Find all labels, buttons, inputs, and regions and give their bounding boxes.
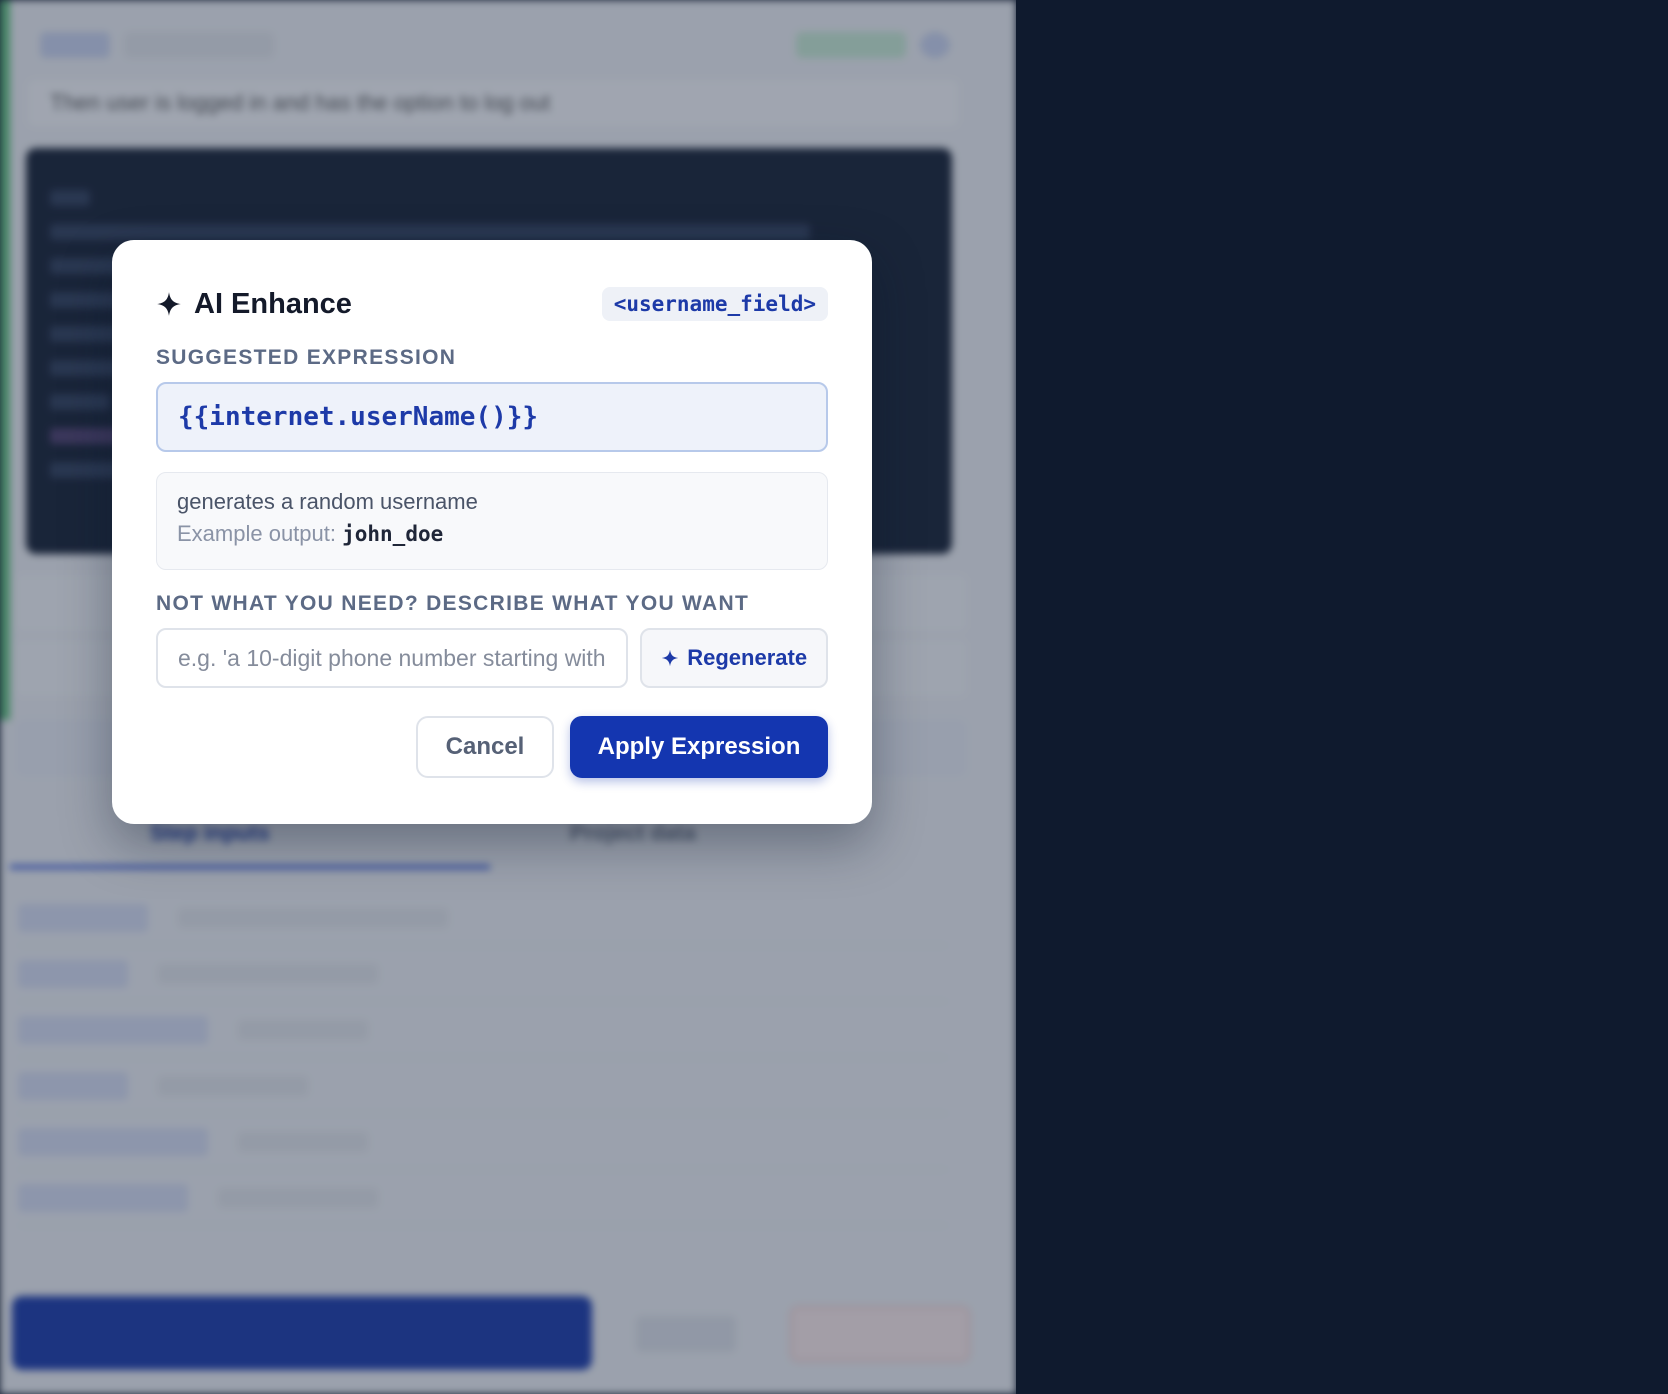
suggested-expression-label: SUGGESTED EXPRESSION bbox=[156, 346, 457, 369]
regenerate-label: Regenerate bbox=[687, 645, 808, 670]
cancel-button[interactable]: Cancel bbox=[416, 716, 554, 778]
right-panel bbox=[1016, 0, 1668, 1394]
refine-row: Regenerate bbox=[156, 628, 828, 688]
sparkle-icon bbox=[661, 649, 679, 667]
example-output: Example output: john_doe bbox=[177, 517, 807, 551]
dialog-title: AI Enhance bbox=[194, 287, 352, 320]
description-text: generates a random username bbox=[177, 489, 478, 514]
dialog-header: AI Enhance <username_field> bbox=[156, 284, 828, 324]
refine-input[interactable] bbox=[156, 628, 629, 688]
regenerate-button[interactable]: Regenerate bbox=[640, 628, 828, 688]
refine-label: NOT WHAT YOU NEED? DESCRIBE WHAT YOU WAN… bbox=[156, 592, 750, 615]
example-output-label: Example output: bbox=[177, 521, 336, 546]
ai-enhance-dialog: AI Enhance <username_field> SUGGESTED EX… bbox=[112, 240, 872, 824]
apply-expression-button[interactable]: Apply Expression bbox=[570, 716, 828, 778]
dialog-actions: Cancel Apply Expression bbox=[156, 716, 828, 778]
expression-description: generates a random username Example outp… bbox=[156, 472, 828, 570]
example-output-value: john_doe bbox=[342, 522, 444, 546]
dialog-title-group: AI Enhance bbox=[156, 288, 352, 321]
suggested-expression[interactable]: {{internet.userName()}} bbox=[156, 382, 828, 452]
field-tag: <username_field> bbox=[601, 287, 828, 321]
sparkle-icon bbox=[157, 292, 181, 316]
